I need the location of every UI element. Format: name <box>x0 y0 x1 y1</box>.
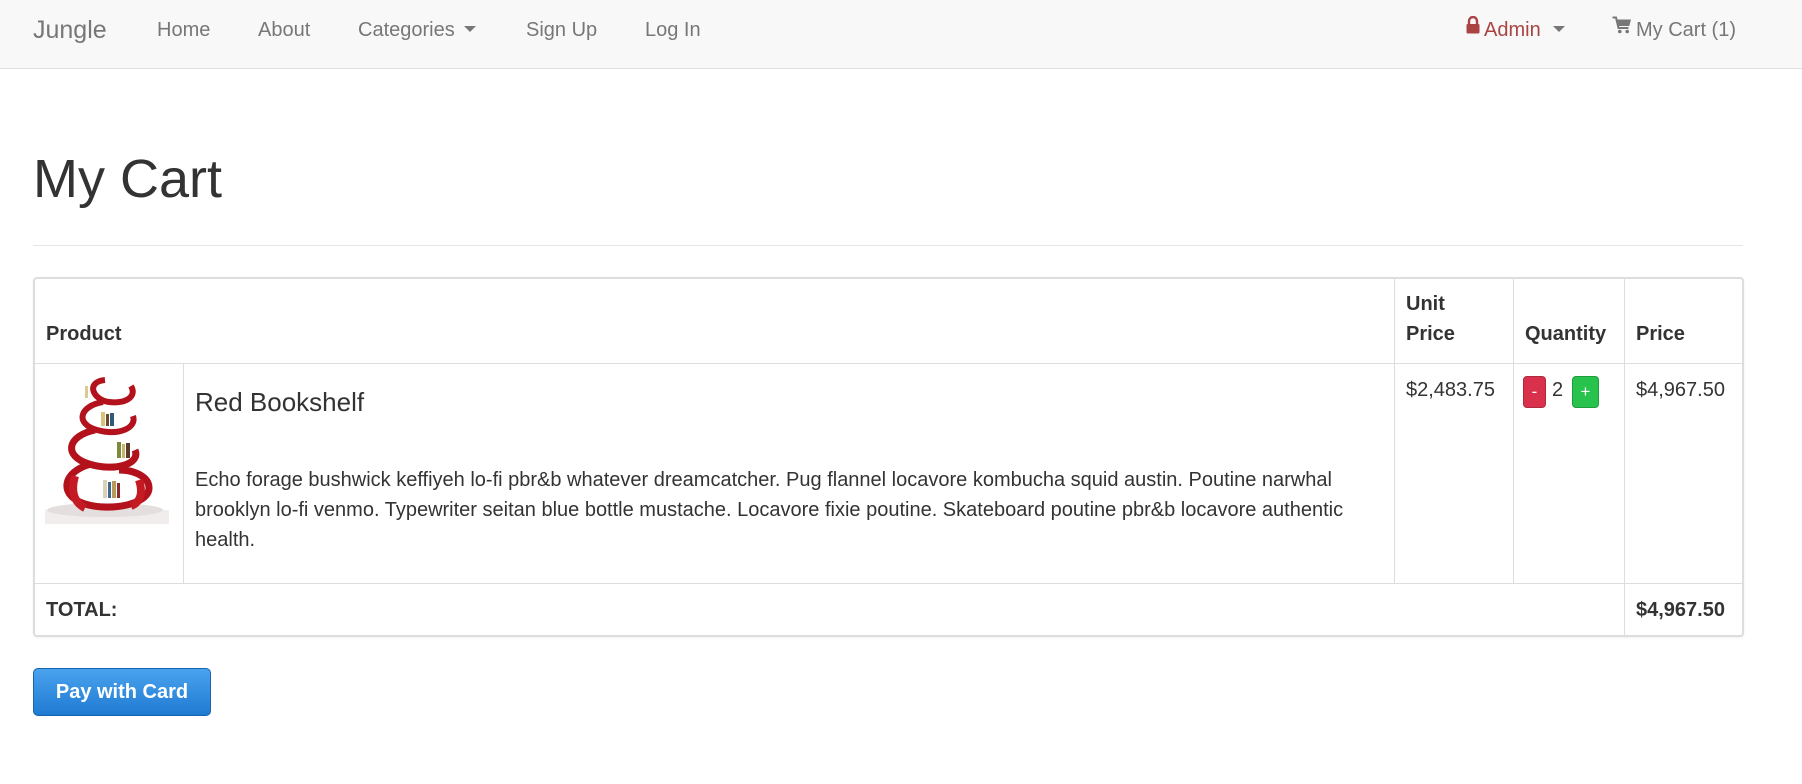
column-header-product: Product <box>46 323 122 345</box>
nav-link-about[interactable]: About <box>258 0 310 60</box>
chevron-down-icon <box>463 25 476 32</box>
chevron-down-icon <box>1552 25 1565 32</box>
nav-link-login[interactable]: Log In <box>645 0 701 60</box>
header-row-divider <box>35 363 1742 364</box>
shopping-cart-icon <box>1612 0 1632 58</box>
nav-link-cart[interactable]: My Cart (1) <box>1612 0 1736 60</box>
column-header-unit-price-line1: Unit <box>1406 293 1445 315</box>
quantity-column-divider <box>1513 279 1514 583</box>
nav-link-signup[interactable]: Sign Up <box>526 0 597 60</box>
categories-label: Categories <box>358 19 455 41</box>
page-title: My Cart <box>33 149 222 209</box>
decrease-quantity-button[interactable]: - <box>1523 376 1546 408</box>
product-image[interactable] <box>45 372 169 524</box>
pay-with-card-button[interactable]: Pay with Card <box>33 668 211 716</box>
total-value: $4,967.50 <box>1636 599 1725 621</box>
product-description: Echo forage bushwick keffiyeh lo-fi pbr&… <box>195 469 1344 551</box>
navbar: Jungle Home About Categories Sign Up Log… <box>0 0 1802 69</box>
column-header-quantity: Quantity <box>1525 323 1607 345</box>
total-row-divider <box>35 583 1742 584</box>
line-price: $4,967.50 <box>1636 379 1725 401</box>
lock-icon <box>1466 0 1480 58</box>
cart-label: My Cart (1) <box>1636 19 1736 41</box>
brand-link[interactable]: Jungle <box>33 0 107 60</box>
nav-link-home[interactable]: Home <box>157 0 210 60</box>
total-label: TOTAL: <box>46 599 118 621</box>
cart-table: Product Unit Price Quantity Price Red Bo… <box>33 277 1744 637</box>
quantity-value: 2 <box>1552 379 1564 401</box>
header-divider <box>33 245 1743 246</box>
nav-dropdown-categories[interactable]: Categories <box>358 0 476 60</box>
column-header-unit-price-line2: Price <box>1406 323 1455 345</box>
product-name[interactable]: Red Bookshelf <box>195 387 364 418</box>
price-column-divider <box>1624 279 1625 635</box>
nav-dropdown-admin[interactable]: Admin <box>1466 0 1565 60</box>
unit-price-column-divider <box>1394 279 1395 583</box>
admin-label: Admin <box>1484 19 1541 41</box>
increase-quantity-button[interactable]: + <box>1572 376 1599 408</box>
unit-price: $2,483.75 <box>1406 379 1495 401</box>
image-column-divider <box>183 363 184 583</box>
column-header-price: Price <box>1636 323 1685 345</box>
